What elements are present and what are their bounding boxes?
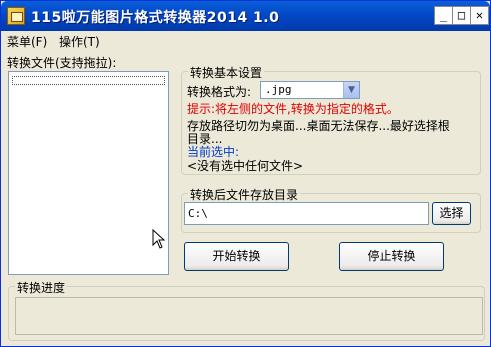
file-list[interactable]	[8, 71, 169, 275]
stop-convert-button[interactable]: 停止转换	[339, 242, 444, 271]
minimize-button[interactable]: _	[434, 6, 453, 25]
format-select[interactable]: .jpg ▼	[260, 81, 360, 99]
basic-settings-title: 转换基本设置	[188, 64, 265, 81]
file-list-label: 转换文件(支持拖拉):	[7, 56, 117, 70]
menu-bar: 菜单(F) 操作(T)	[1, 31, 490, 49]
title-bar[interactable]: 115啦万能图片格式转换器2014 1.0 _ □ ✕	[1, 1, 490, 31]
app-window: 115啦万能图片格式转换器2014 1.0 _ □ ✕ 菜单(F) 操作(T) …	[0, 0, 491, 347]
menu-item-operation[interactable]: 操作(T)	[59, 33, 100, 50]
maximize-button[interactable]: □	[452, 6, 471, 25]
progress-bar	[15, 297, 483, 335]
app-icon	[7, 7, 25, 25]
chevron-down-icon[interactable]: ▼	[343, 82, 359, 98]
close-button[interactable]: ✕	[470, 6, 489, 25]
menu-item-file[interactable]: 菜单(F)	[7, 33, 47, 50]
window-title: 115啦万能图片格式转换器2014 1.0	[31, 10, 280, 26]
start-convert-button[interactable]: 开始转换	[184, 242, 289, 271]
format-select-value: .jpg	[265, 83, 292, 96]
format-label: 转换格式为:	[187, 85, 252, 99]
browse-button[interactable]: 选择	[432, 202, 471, 225]
list-focus-rect	[12, 76, 165, 85]
current-selection-value: <没有选中任何文件>	[187, 159, 304, 173]
output-dir-title: 转换后文件存放目录	[188, 186, 301, 203]
tip-text: 提示:将左侧的文件,转换为指定的格式。	[187, 102, 399, 116]
save-note-line1: 存放路径切勿为桌面...桌面无法保存...最好选择根	[187, 119, 450, 133]
progress-title: 转换进度	[15, 279, 68, 296]
output-path-input[interactable]: C:\	[184, 202, 429, 225]
mouse-pointer-icon	[152, 229, 166, 249]
